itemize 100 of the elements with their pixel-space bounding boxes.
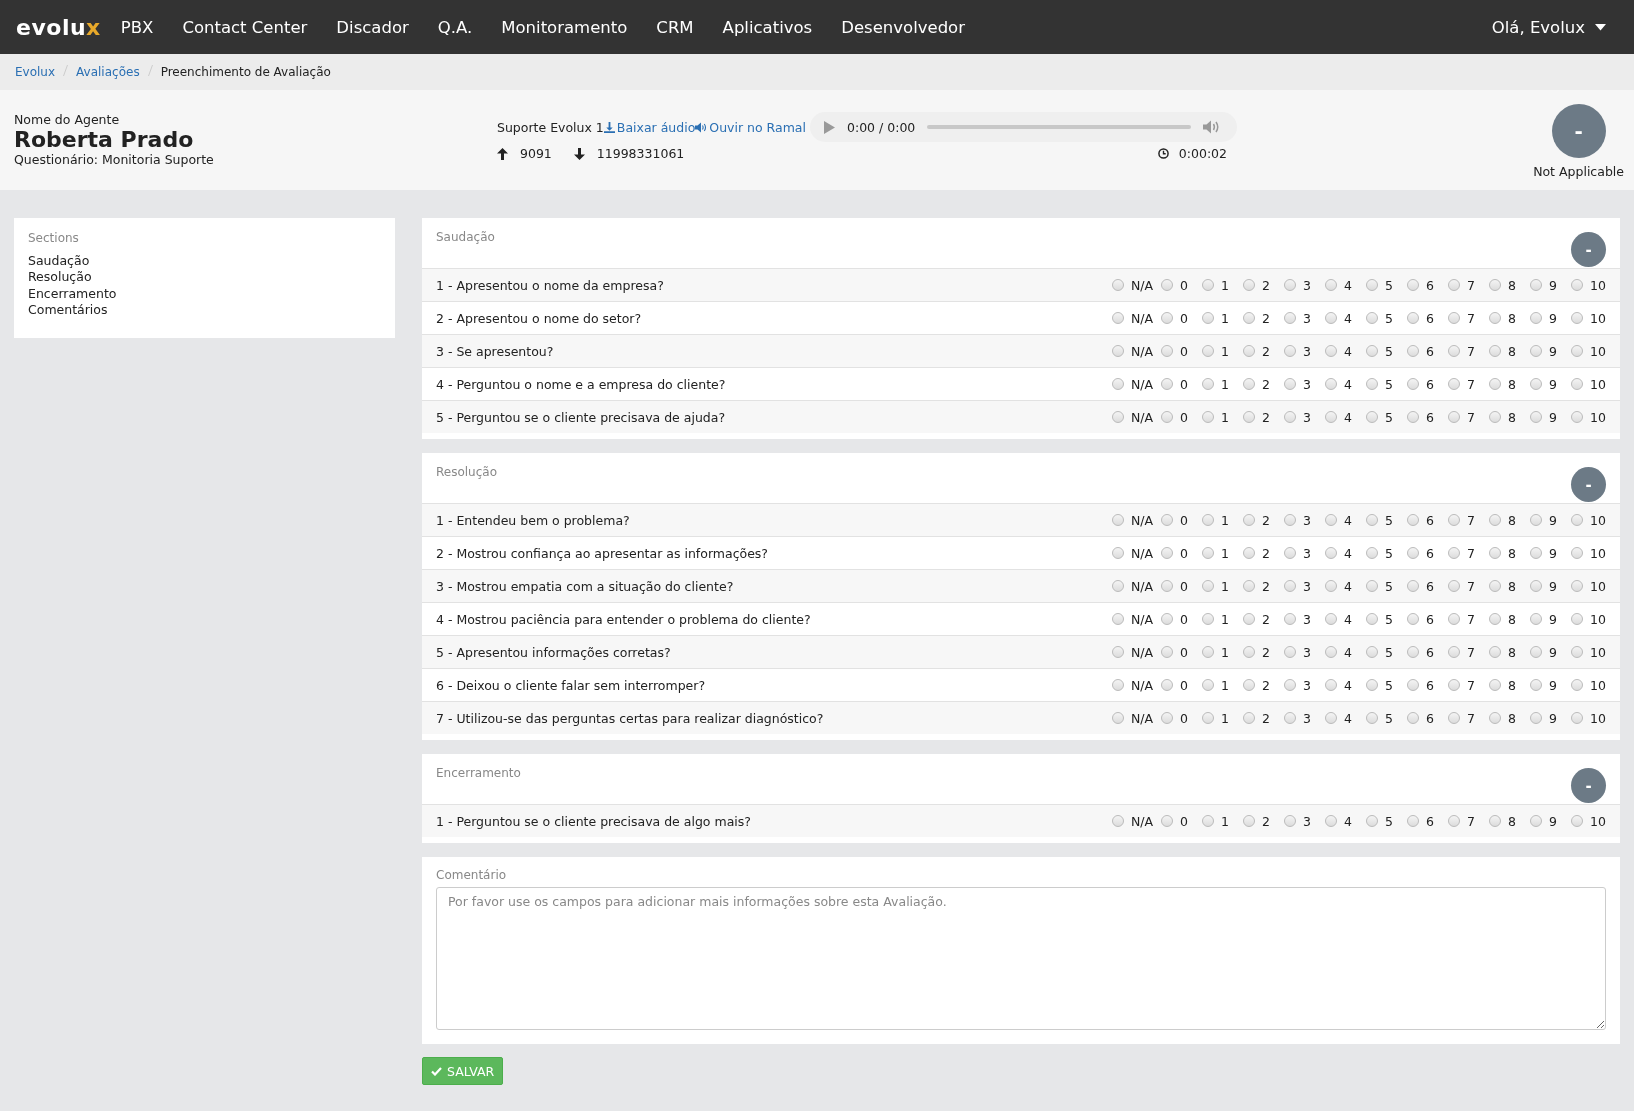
radio-button[interactable] [1202,345,1215,357]
radio-button[interactable] [1325,613,1338,625]
section-link[interactable]: Saudação [28,252,381,269]
radio-button[interactable] [1448,580,1461,592]
radio-button[interactable] [1202,613,1215,625]
radio-button[interactable] [1448,712,1461,724]
radio-button[interactable] [1111,514,1124,526]
radio-button[interactable] [1284,378,1297,390]
radio-button[interactable] [1530,580,1543,592]
radio-button[interactable] [1489,815,1502,827]
radio-button[interactable] [1366,646,1379,658]
radio-button[interactable] [1111,646,1124,658]
radio-button[interactable] [1284,345,1297,357]
radio-button[interactable] [1407,815,1420,827]
breadcrumb-link[interactable]: Avaliações [76,65,140,79]
radio-button[interactable] [1571,345,1584,357]
user-menu[interactable]: Olá, Evolux [1491,17,1606,37]
radio-button[interactable] [1530,378,1543,390]
radio-button[interactable] [1161,613,1174,625]
radio-button[interactable] [1111,547,1124,559]
nav-link[interactable]: Desenvolvedor [841,17,965,37]
radio-button[interactable] [1571,411,1584,423]
radio-button[interactable] [1111,312,1124,324]
radio-button[interactable] [1243,514,1256,526]
radio-button[interactable] [1366,378,1379,390]
radio-button[interactable] [1366,613,1379,625]
radio-button[interactable] [1448,345,1461,357]
radio-button[interactable] [1202,411,1215,423]
radio-button[interactable] [1202,312,1215,324]
radio-button[interactable] [1325,646,1338,658]
radio-button[interactable] [1571,312,1584,324]
radio-button[interactable] [1111,580,1124,592]
radio-button[interactable] [1489,580,1502,592]
radio-button[interactable] [1407,514,1420,526]
radio-button[interactable] [1489,514,1502,526]
radio-button[interactable] [1407,378,1420,390]
radio-button[interactable] [1284,646,1297,658]
radio-button[interactable] [1284,580,1297,592]
radio-button[interactable] [1530,411,1543,423]
radio-button[interactable] [1202,279,1215,291]
audio-player[interactable]: 0:00 / 0:00 [810,112,1237,142]
radio-button[interactable] [1284,514,1297,526]
radio-button[interactable] [1325,679,1338,691]
nav-link[interactable]: Aplicativos [722,17,813,37]
volume-icon[interactable] [1203,120,1221,134]
radio-button[interactable] [1284,411,1297,423]
radio-button[interactable] [1448,815,1461,827]
radio-button[interactable] [1111,815,1124,827]
radio-button[interactable] [1489,345,1502,357]
radio-button[interactable] [1243,312,1256,324]
radio-button[interactable] [1366,411,1379,423]
radio-button[interactable] [1448,646,1461,658]
radio-button[interactable] [1366,679,1379,691]
radio-button[interactable] [1571,646,1584,658]
radio-button[interactable] [1530,547,1543,559]
radio-button[interactable] [1489,646,1502,658]
play-icon[interactable] [824,120,835,134]
radio-button[interactable] [1161,312,1174,324]
radio-button[interactable] [1366,514,1379,526]
radio-button[interactable] [1111,679,1124,691]
radio-button[interactable] [1325,411,1338,423]
radio-button[interactable] [1571,712,1584,724]
radio-button[interactable] [1202,646,1215,658]
radio-button[interactable] [1243,378,1256,390]
radio-button[interactable] [1571,679,1584,691]
radio-button[interactable] [1202,378,1215,390]
download-audio-link[interactable]: Baixar áudio [603,119,696,135]
radio-button[interactable] [1489,547,1502,559]
radio-button[interactable] [1325,514,1338,526]
radio-button[interactable] [1448,679,1461,691]
radio-button[interactable] [1243,580,1256,592]
radio-button[interactable] [1407,312,1420,324]
radio-button[interactable] [1243,613,1256,625]
radio-button[interactable] [1530,345,1543,357]
radio-button[interactable] [1111,712,1124,724]
section-link[interactable]: Encerramento [28,285,381,302]
radio-button[interactable] [1161,580,1174,592]
radio-button[interactable] [1325,547,1338,559]
radio-button[interactable] [1202,547,1215,559]
radio-button[interactable] [1161,514,1174,526]
nav-link[interactable]: Q.A. [437,17,473,37]
radio-button[interactable] [1489,312,1502,324]
radio-button[interactable] [1571,378,1584,390]
radio-button[interactable] [1284,679,1297,691]
radio-button[interactable] [1407,613,1420,625]
radio-button[interactable] [1202,679,1215,691]
radio-button[interactable] [1366,279,1379,291]
radio-button[interactable] [1366,345,1379,357]
radio-button[interactable] [1571,580,1584,592]
nav-link[interactable]: Monitoramento [501,17,628,37]
radio-button[interactable] [1366,712,1379,724]
radio-button[interactable] [1571,279,1584,291]
nav-link[interactable]: Discador [336,17,409,37]
radio-button[interactable] [1448,514,1461,526]
radio-button[interactable] [1161,712,1174,724]
radio-button[interactable] [1202,514,1215,526]
radio-button[interactable] [1530,279,1543,291]
radio-button[interactable] [1284,279,1297,291]
radio-button[interactable] [1489,411,1502,423]
radio-button[interactable] [1489,378,1502,390]
